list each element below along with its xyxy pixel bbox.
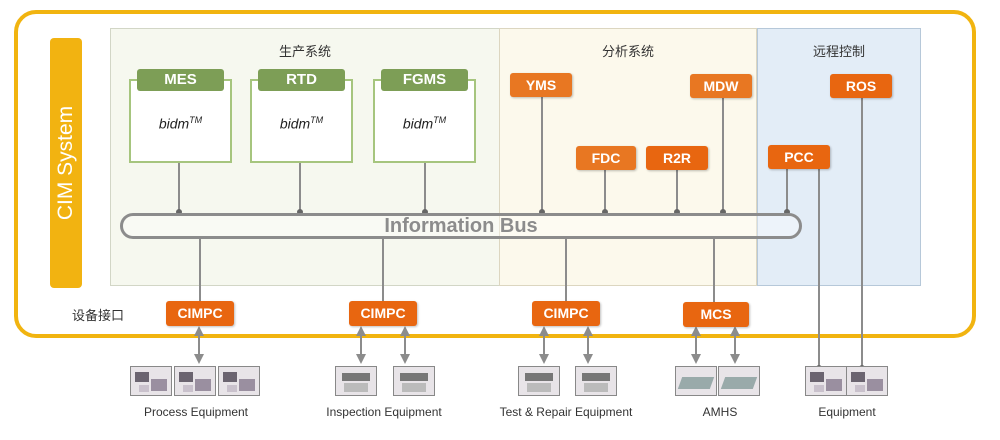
mcs-button[interactable]: MCS	[683, 302, 749, 327]
r2r-button[interactable]: R2R	[646, 146, 708, 170]
process-equipment-image-3	[218, 366, 260, 396]
fdc-button[interactable]: FDC	[576, 146, 636, 170]
rtd-bidm: bidmTM	[279, 115, 324, 132]
rtd-label: RTD	[258, 69, 345, 91]
mdw-button[interactable]: MDW	[690, 74, 752, 98]
production-panel-title: 生产系统	[278, 45, 331, 60]
analysis-panel-title: 分析系统	[601, 45, 654, 60]
mes-label: MES	[137, 69, 224, 91]
inspection-equipment-image-2	[393, 366, 435, 396]
fgms-box[interactable]: FGMS bidmTM	[373, 69, 476, 163]
information-bus-label: Information Bus	[384, 215, 538, 237]
rtd-box[interactable]: RTD bidmTM	[250, 69, 353, 163]
cim-system-bar: CIM System	[50, 38, 82, 288]
fgms-label: FGMS	[381, 69, 468, 91]
pcc-button[interactable]: PCC	[768, 145, 830, 169]
equipment-image-1	[805, 366, 847, 396]
mes-box[interactable]: MES bidmTM	[129, 69, 232, 163]
process-equipment-image-2	[174, 366, 216, 396]
mes-bidm: bidmTM	[158, 115, 203, 132]
equipment-image-2	[846, 366, 888, 396]
information-bus: Information Bus	[120, 213, 802, 239]
cimpc-test-button[interactable]: CIMPC	[532, 301, 600, 326]
ros-button[interactable]: ROS	[830, 74, 892, 98]
fgms-bidm: bidmTM	[402, 115, 447, 132]
amhs-label: AMHS	[702, 405, 738, 419]
process-equipment-image-1	[130, 366, 172, 396]
interface-label: 设备接口	[72, 309, 125, 324]
amhs-image-1	[675, 366, 717, 396]
cimpc-process-button[interactable]: CIMPC	[166, 301, 234, 326]
process-equipment-label: Process Equipment	[143, 405, 249, 419]
test-repair-equipment-label: Test & Repair Equipment	[499, 405, 633, 419]
inspection-equipment-label: Inspection Equipment	[326, 405, 442, 419]
inspection-equipment-image-1	[335, 366, 377, 396]
remote-panel-title: 远程控制	[812, 45, 865, 60]
equipment-label: Equipment	[818, 405, 876, 419]
test-equipment-image-2	[575, 366, 617, 396]
amhs-image-2	[718, 366, 760, 396]
test-equipment-image-1	[518, 366, 560, 396]
yms-button[interactable]: YMS	[510, 73, 572, 97]
cim-system-title: CIM System	[54, 105, 77, 221]
cimpc-inspection-button[interactable]: CIMPC	[349, 301, 417, 326]
